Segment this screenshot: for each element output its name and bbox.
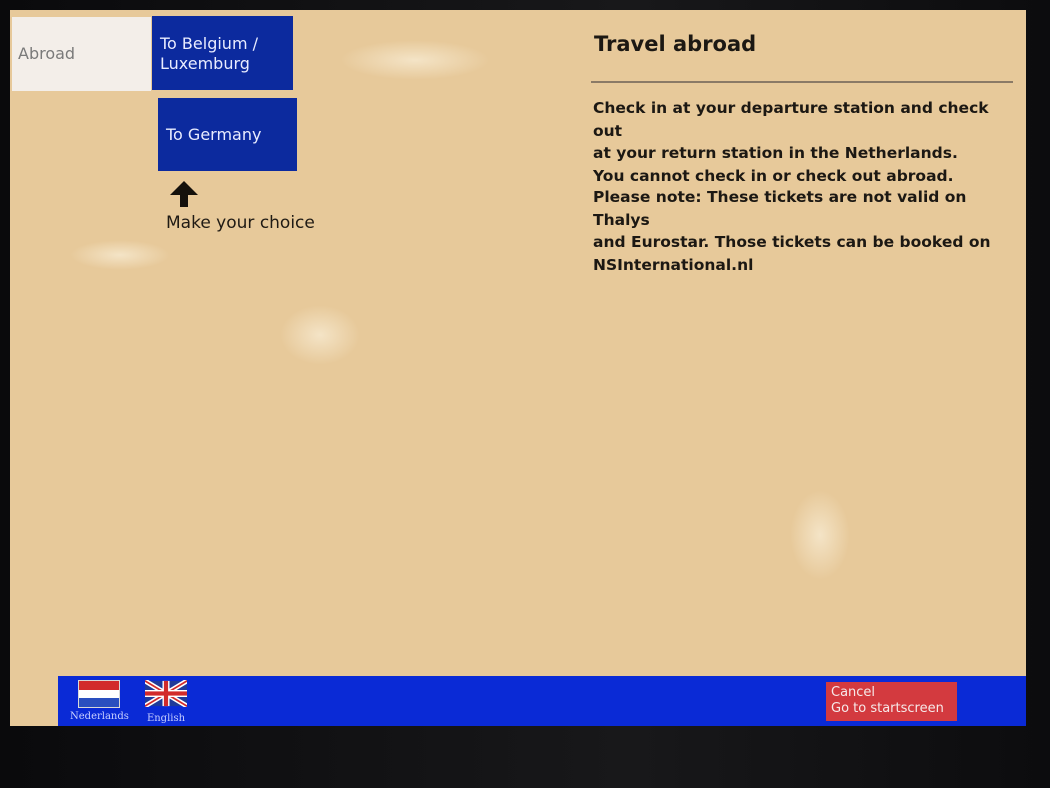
thalys-eurostar-note: Please note: These tickets are not valid… [593,186,1013,276]
kiosk-screen: Abroad To Belgium / Luxemburg To Germany… [10,10,1026,726]
language-english-button[interactable]: English [143,678,189,724]
make-choice-prompt: Make your choice [166,213,315,233]
to-germany-button[interactable]: To Germany [158,98,297,171]
tab-abroad[interactable]: Abroad [12,17,151,91]
screen-reflection [790,490,850,580]
screen-reflection [340,40,490,80]
info-line: Check in at your departure station and c… [593,99,989,140]
language-nederlands-button[interactable]: Nederlands [70,680,129,722]
choice-label: Luxemburg [160,54,250,73]
checkin-instructions: Check in at your departure station and c… [593,97,1013,187]
info-line: NSInternational.nl [593,255,754,274]
arrow-up-icon [170,181,198,207]
cancel-label: Cancel [831,685,876,700]
page-title: Travel abroad [594,32,757,56]
choice-label: To Belgium / [160,34,258,53]
screen-reflection [70,240,170,270]
cancel-button[interactable]: Cancel Go to startscreen [826,682,957,721]
language-label: Nederlands [70,711,129,722]
title-divider [591,81,1013,83]
choice-label: To Germany [166,125,262,144]
info-line: at your return station in the Netherland… [593,144,958,162]
to-belgium-luxemburg-button[interactable]: To Belgium / Luxemburg [152,16,293,90]
info-line: Please note: These tickets are not valid… [593,188,967,229]
bottom-bar: Nederlands English Cancel Go to startscr… [58,676,1026,726]
netherlands-flag-icon [78,680,120,708]
info-line: You cannot check in or check out abroad. [593,166,954,185]
startscreen-label: Go to startscreen [831,701,944,716]
info-line: and Eurostar. Those tickets can be booke… [593,233,991,251]
screen-reflection [280,305,360,365]
uk-flag-icon [143,678,189,709]
language-label: English [146,713,186,724]
